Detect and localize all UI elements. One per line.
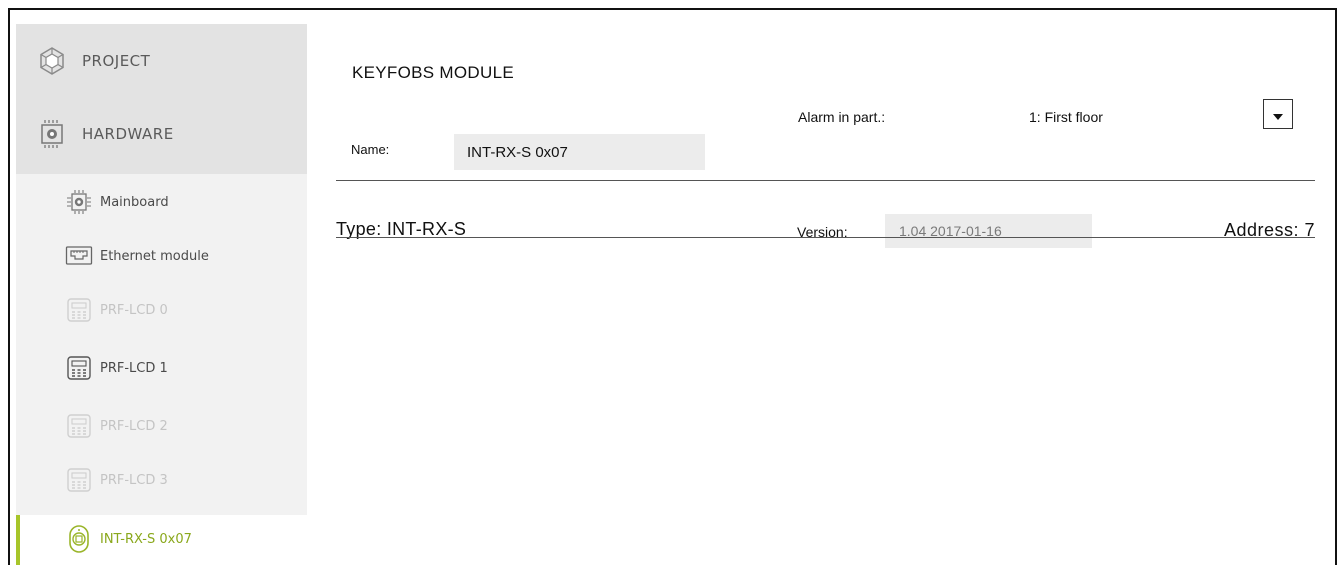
sidebar-item-prf-lcd-1[interactable]: PRF-LCD 1 <box>64 355 168 381</box>
divider <box>336 237 1315 238</box>
ethernet-icon <box>64 243 94 269</box>
sidebar-item-label: INT-RX-S 0x07 <box>100 531 192 547</box>
active-indicator <box>16 515 20 565</box>
sidebar-item-label: PRF-LCD 0 <box>100 302 168 318</box>
nav-project-label: PROJECT <box>82 52 151 70</box>
keyfob-icon <box>64 525 94 553</box>
sidebar-item-label: PRF-LCD 3 <box>100 472 168 488</box>
alarm-label: Alarm in part.: <box>798 109 886 125</box>
version-field: 1.04 2017-01-16 <box>885 214 1092 248</box>
keypad-icon <box>64 297 94 323</box>
nav-project[interactable]: PROJECT <box>36 45 150 77</box>
nav-hardware[interactable]: HARDWARE <box>36 118 174 150</box>
sidebar-item-prf-lcd-3[interactable]: PRF-LCD 3 <box>64 467 168 493</box>
mainboard-icon <box>64 189 94 215</box>
nav-hardware-label: HARDWARE <box>82 125 174 143</box>
sidebar-item-mainboard[interactable]: Mainboard <box>64 189 169 215</box>
sidebar: PROJECT HARDWARE Mainboard Ethernet modu… <box>16 24 307 565</box>
alarm-dropdown-button[interactable] <box>1263 99 1293 129</box>
keypad-icon <box>64 467 94 493</box>
chevron-down-icon <box>1273 105 1283 124</box>
sidebar-item-prf-lcd-0[interactable]: PRF-LCD 0 <box>64 297 168 323</box>
sidebar-item-prf-lcd-2[interactable]: PRF-LCD 2 <box>64 413 168 439</box>
module-title: KEYFOBS MODULE <box>352 63 514 82</box>
sidebar-item-label: PRF-LCD 1 <box>100 360 168 376</box>
sidebar-item-int-rx-s[interactable]: INT-RX-S 0x07 <box>64 525 192 553</box>
sidebar-item-label: PRF-LCD 2 <box>100 418 168 434</box>
project-icon <box>36 45 68 77</box>
sidebar-item-label: Mainboard <box>100 194 169 210</box>
alarm-select-value[interactable]: 1: First floor <box>1029 109 1103 125</box>
keypad-icon <box>64 355 94 381</box>
name-label: Name: <box>351 142 390 157</box>
hardware-icon <box>36 118 68 150</box>
name-field[interactable] <box>454 134 705 170</box>
divider <box>336 180 1315 181</box>
sidebar-item-ethernet-module[interactable]: Ethernet module <box>64 243 209 269</box>
sidebar-item-label: Ethernet module <box>100 248 209 264</box>
keypad-icon <box>64 413 94 439</box>
